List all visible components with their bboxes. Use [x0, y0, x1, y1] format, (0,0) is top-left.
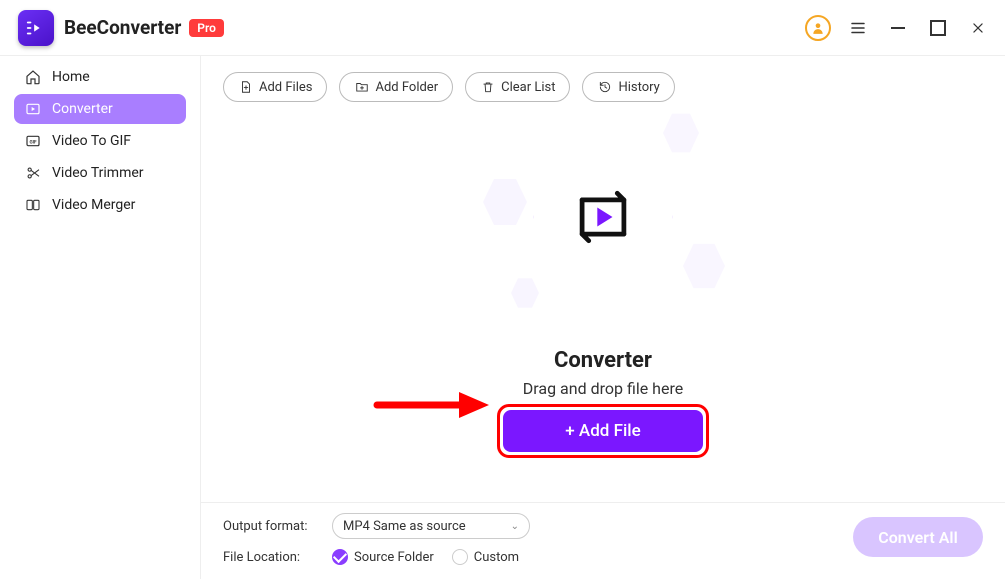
add-folder-button[interactable]: Add Folder	[339, 72, 453, 102]
sidebar-item-home[interactable]: Home	[14, 62, 186, 92]
sidebar-item-video-merger[interactable]: Video Merger	[14, 190, 186, 220]
home-icon	[24, 68, 42, 86]
title-bar: BeeConverter Pro	[0, 0, 1005, 56]
footer: Output format: MP4 Same as source ⌄ File…	[201, 502, 1005, 579]
drop-zone[interactable]: Converter Drag and drop file here + Add …	[201, 102, 1005, 502]
sidebar-item-label: Converter	[52, 101, 113, 117]
trash-icon	[480, 80, 495, 95]
convert-all-button[interactable]: Convert All	[853, 517, 983, 557]
window-minimize-icon[interactable]	[885, 15, 911, 41]
converter-icon	[24, 100, 42, 118]
toolbar: Add Files Add Folder Clear List History	[201, 56, 1005, 102]
radio-source-folder[interactable]: Source Folder	[332, 549, 434, 565]
folder-plus-icon	[354, 80, 369, 95]
add-file-button[interactable]: + Add File	[503, 410, 703, 452]
button-label: History	[618, 80, 659, 95]
sidebar: Home Converter GIF Video To GIF Video Tr…	[0, 56, 200, 579]
sidebar-item-converter[interactable]: Converter	[14, 94, 186, 124]
sidebar-item-label: Home	[52, 69, 90, 85]
app-logo	[18, 10, 54, 46]
file-location-label: File Location:	[223, 550, 318, 565]
sidebar-item-label: Video Merger	[52, 197, 135, 213]
svg-text:GIF: GIF	[29, 140, 37, 146]
converter-illustration	[473, 112, 733, 332]
gif-icon: GIF	[24, 132, 42, 150]
file-location-radio-group: Source Folder Custom	[332, 549, 519, 565]
radio-dot-icon	[332, 549, 348, 565]
chevron-down-icon: ⌄	[511, 521, 519, 532]
radio-custom[interactable]: Custom	[452, 549, 519, 565]
drop-zone-title: Converter	[554, 348, 652, 373]
menu-icon[interactable]	[845, 15, 871, 41]
scissors-icon	[24, 164, 42, 182]
convert-arrows-icon	[533, 137, 673, 297]
add-files-button[interactable]: Add Files	[223, 72, 327, 102]
window-maximize-icon[interactable]	[925, 15, 951, 41]
sidebar-item-label: Video Trimmer	[52, 165, 144, 181]
radio-label: Source Folder	[354, 550, 434, 565]
select-value: MP4 Same as source	[343, 519, 466, 534]
clear-list-button[interactable]: Clear List	[465, 72, 570, 102]
radio-label: Custom	[474, 550, 519, 565]
account-icon[interactable]	[805, 15, 831, 41]
sidebar-item-video-trimmer[interactable]: Video Trimmer	[14, 158, 186, 188]
window-close-icon[interactable]	[965, 15, 991, 41]
output-format-label: Output format:	[223, 519, 318, 534]
history-icon	[597, 80, 612, 95]
button-label: Add Folder	[375, 80, 438, 95]
radio-dot-icon	[452, 549, 468, 565]
button-label: Clear List	[501, 80, 555, 95]
output-format-select[interactable]: MP4 Same as source ⌄	[332, 513, 530, 539]
sidebar-item-label: Video To GIF	[52, 133, 131, 149]
main-panel: Add Files Add Folder Clear List History	[200, 56, 1005, 579]
history-button[interactable]: History	[582, 72, 674, 102]
button-label: Add Files	[259, 80, 312, 95]
pro-badge: Pro	[189, 19, 224, 37]
file-plus-icon	[238, 80, 253, 95]
sidebar-item-video-to-gif[interactable]: GIF Video To GIF	[14, 126, 186, 156]
app-title: BeeConverter	[64, 16, 181, 39]
merge-icon	[24, 196, 42, 214]
drop-zone-subtitle: Drag and drop file here	[523, 379, 683, 398]
